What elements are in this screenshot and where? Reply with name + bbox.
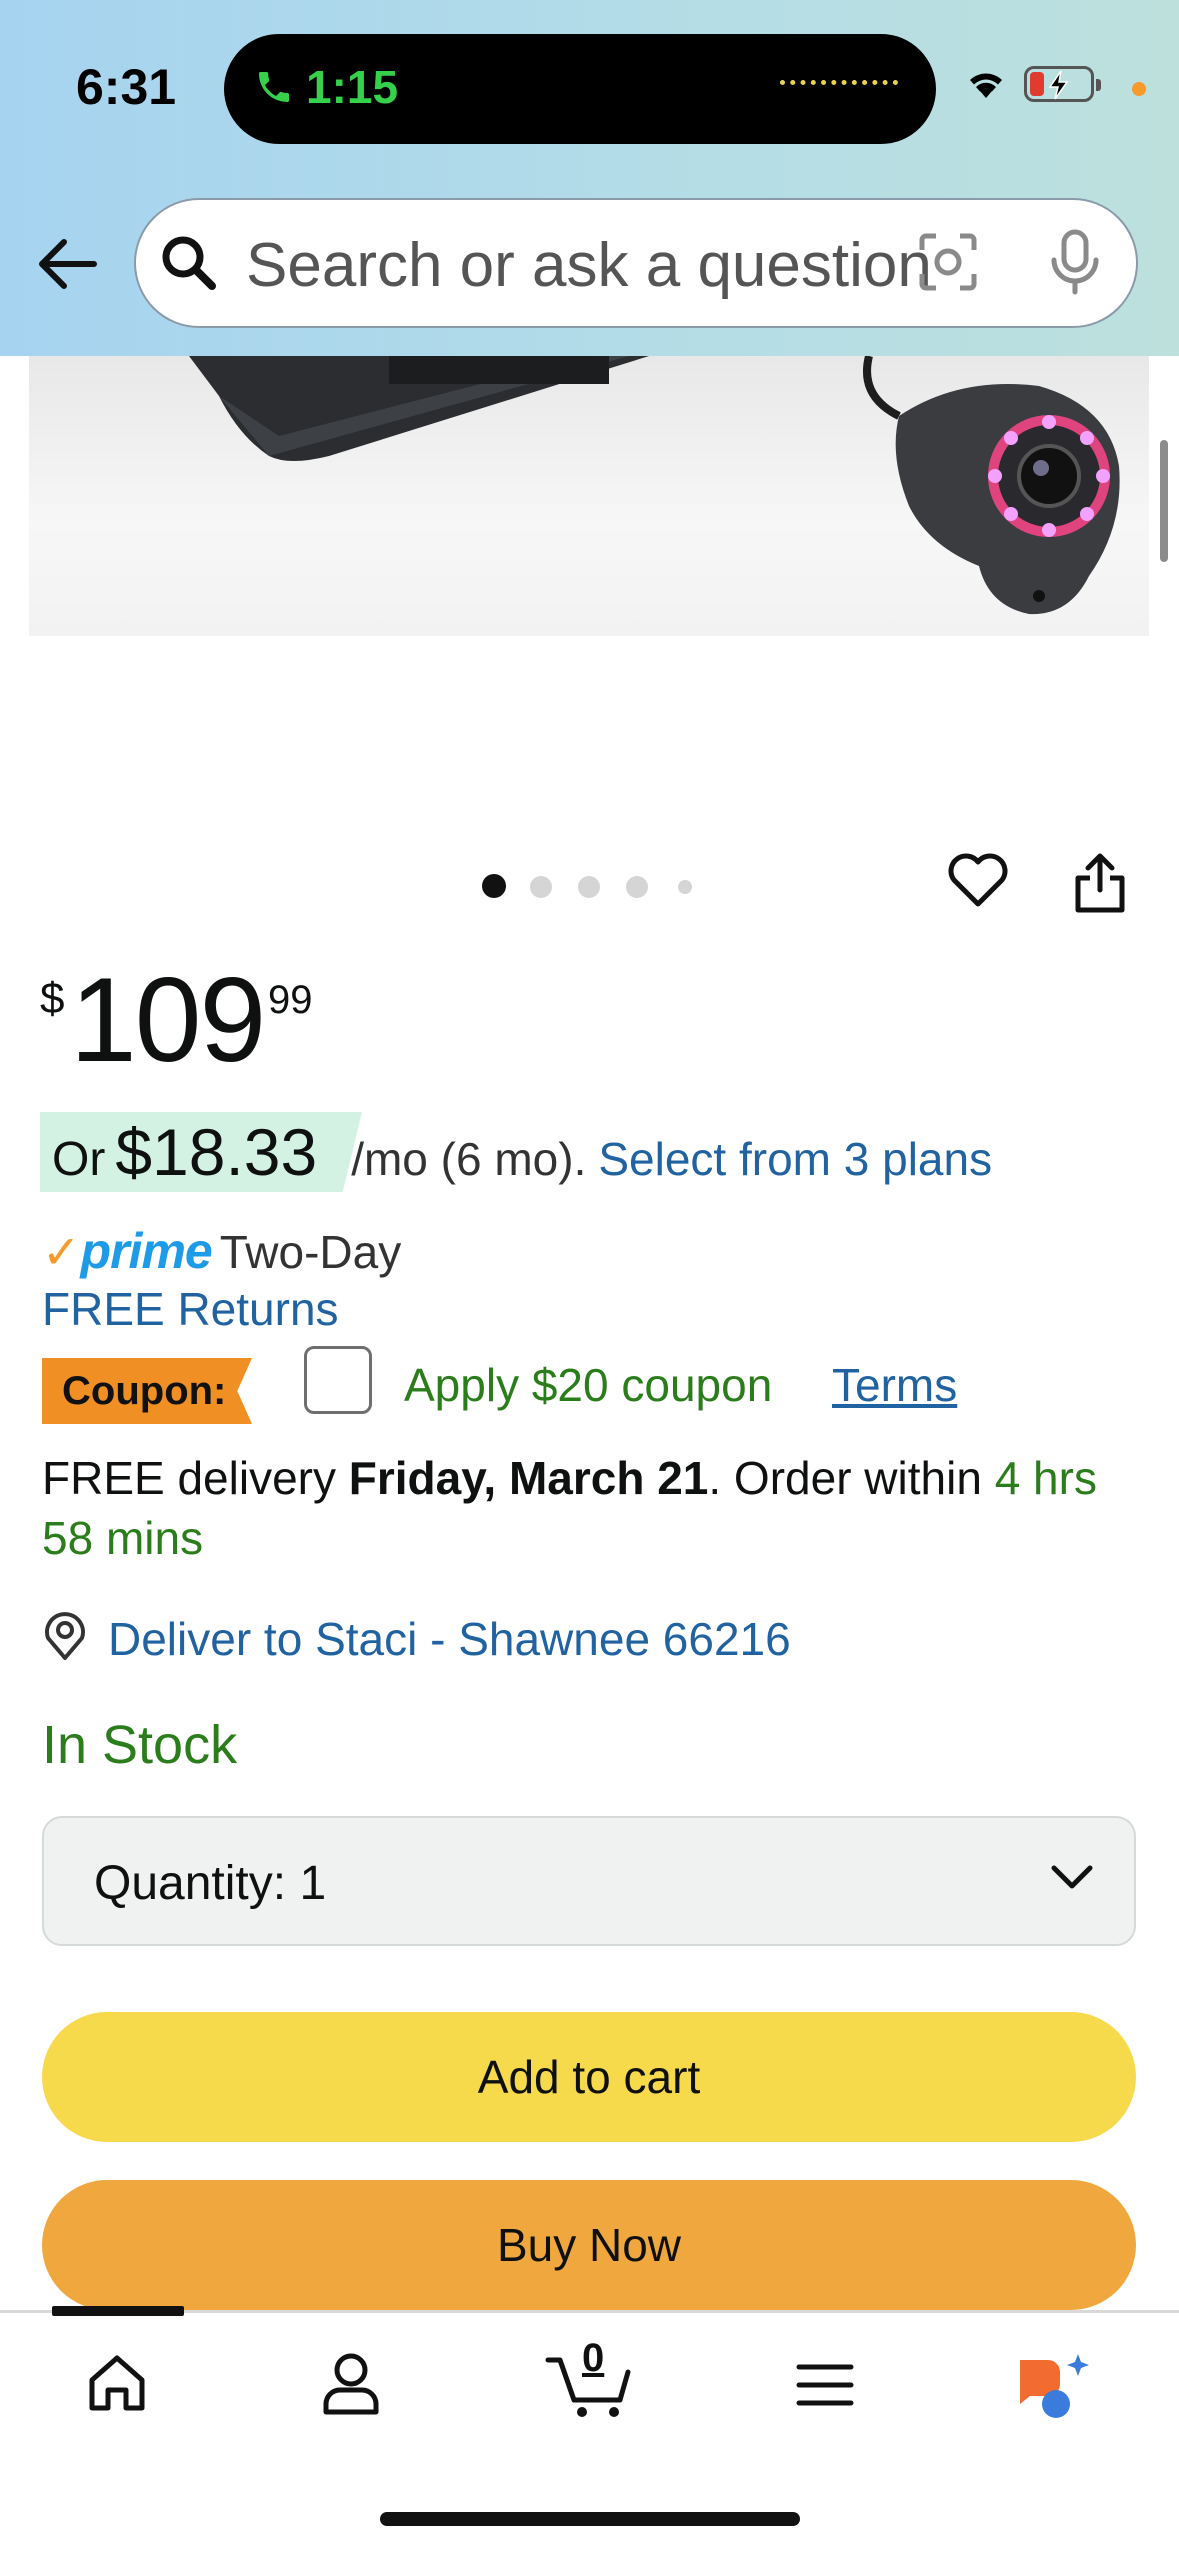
- home-indicator[interactable]: [380, 2512, 800, 2526]
- monthly-payment-row: Or $18.33 /mo (6 mo). Select from 3 plan…: [52, 1114, 992, 1190]
- add-to-cart-button[interactable]: Add to cart: [42, 2012, 1136, 2142]
- delivery-date: Friday, March 21: [348, 1452, 709, 1504]
- prime-shipping-row: ✓prime Two-Day: [42, 1222, 401, 1280]
- product-image[interactable]: [29, 356, 1149, 636]
- buy-now-button[interactable]: Buy Now: [42, 2180, 1136, 2310]
- heart-icon[interactable]: [946, 850, 1010, 910]
- carousel-dot-active[interactable]: [482, 874, 506, 898]
- rufus-ai-icon[interactable]: [1014, 2350, 1094, 2424]
- prime-logo: prime: [80, 1223, 213, 1279]
- call-waveform: [780, 80, 898, 91]
- free-returns-link[interactable]: FREE Returns: [42, 1282, 339, 1336]
- dash-cam-illustration: [189, 356, 1120, 615]
- microphone-icon[interactable]: [1048, 228, 1102, 296]
- delivery-order-text: . Order within: [708, 1452, 982, 1504]
- back-arrow-icon[interactable]: [34, 236, 98, 292]
- account-icon[interactable]: [320, 2350, 382, 2416]
- cart-count: 0: [582, 2336, 605, 2380]
- carousel-dot[interactable]: [626, 876, 648, 898]
- carousel-dot[interactable]: [530, 876, 552, 898]
- home-icon[interactable]: [84, 2352, 150, 2414]
- call-indicator[interactable]: 1:15: [254, 60, 398, 114]
- carousel-dot[interactable]: [678, 880, 692, 894]
- delivery-info: FREE delivery Friday, March 21. Order wi…: [42, 1448, 1122, 1568]
- coupon-checkbox[interactable]: [304, 1346, 372, 1414]
- prime-shipping-text: Two-Day: [219, 1226, 402, 1278]
- coupon-badge: Coupon:: [42, 1358, 252, 1424]
- cart-icon[interactable]: 0: [544, 2336, 640, 2420]
- wifi-icon: [970, 73, 1002, 98]
- search-icon: [162, 236, 216, 290]
- price-fraction: 99: [268, 978, 313, 1022]
- nav-active-indicator: [52, 2306, 184, 2316]
- mic-in-use-indicator: [1132, 82, 1146, 96]
- prime-badge: ✓prime: [42, 1223, 213, 1279]
- phone-icon: [259, 72, 289, 102]
- apply-coupon-text[interactable]: Apply $20 coupon: [404, 1358, 772, 1412]
- stock-status: In Stock: [42, 1715, 238, 1775]
- price-currency: $: [40, 974, 65, 1023]
- monthly-prefix: Or: [52, 1133, 106, 1186]
- deliver-to-link[interactable]: Deliver to Staci - Shawnee 66216: [108, 1612, 791, 1666]
- search-input[interactable]: Search or ask a question: [246, 230, 936, 301]
- scroll-indicator: [1160, 440, 1168, 562]
- menu-icon[interactable]: [796, 2362, 854, 2408]
- location-pin-icon: [45, 1612, 85, 1660]
- coupon-terms-link[interactable]: Terms: [832, 1358, 957, 1412]
- camera-lens-icon[interactable]: [918, 232, 978, 292]
- monthly-suffix: /mo (6 mo).: [351, 1133, 587, 1185]
- price-whole: 109: [70, 953, 266, 1087]
- share-icon[interactable]: [1072, 850, 1128, 916]
- quantity-label: Quantity: 1: [94, 1856, 326, 1911]
- call-duration: 1:15: [306, 61, 399, 113]
- carousel-dot[interactable]: [578, 876, 600, 898]
- monthly-amount: $18.33: [115, 1115, 318, 1189]
- status-time: 6:31: [76, 59, 177, 115]
- battery-charging-icon: [1024, 66, 1101, 102]
- delivery-prefix: FREE delivery: [42, 1452, 336, 1504]
- chevron-down-icon: [1051, 1865, 1093, 1889]
- quantity-value: 1: [299, 1857, 327, 1910]
- select-plans-link[interactable]: Select from 3 plans: [598, 1132, 992, 1186]
- quantity-text: Quantity:: [94, 1857, 287, 1910]
